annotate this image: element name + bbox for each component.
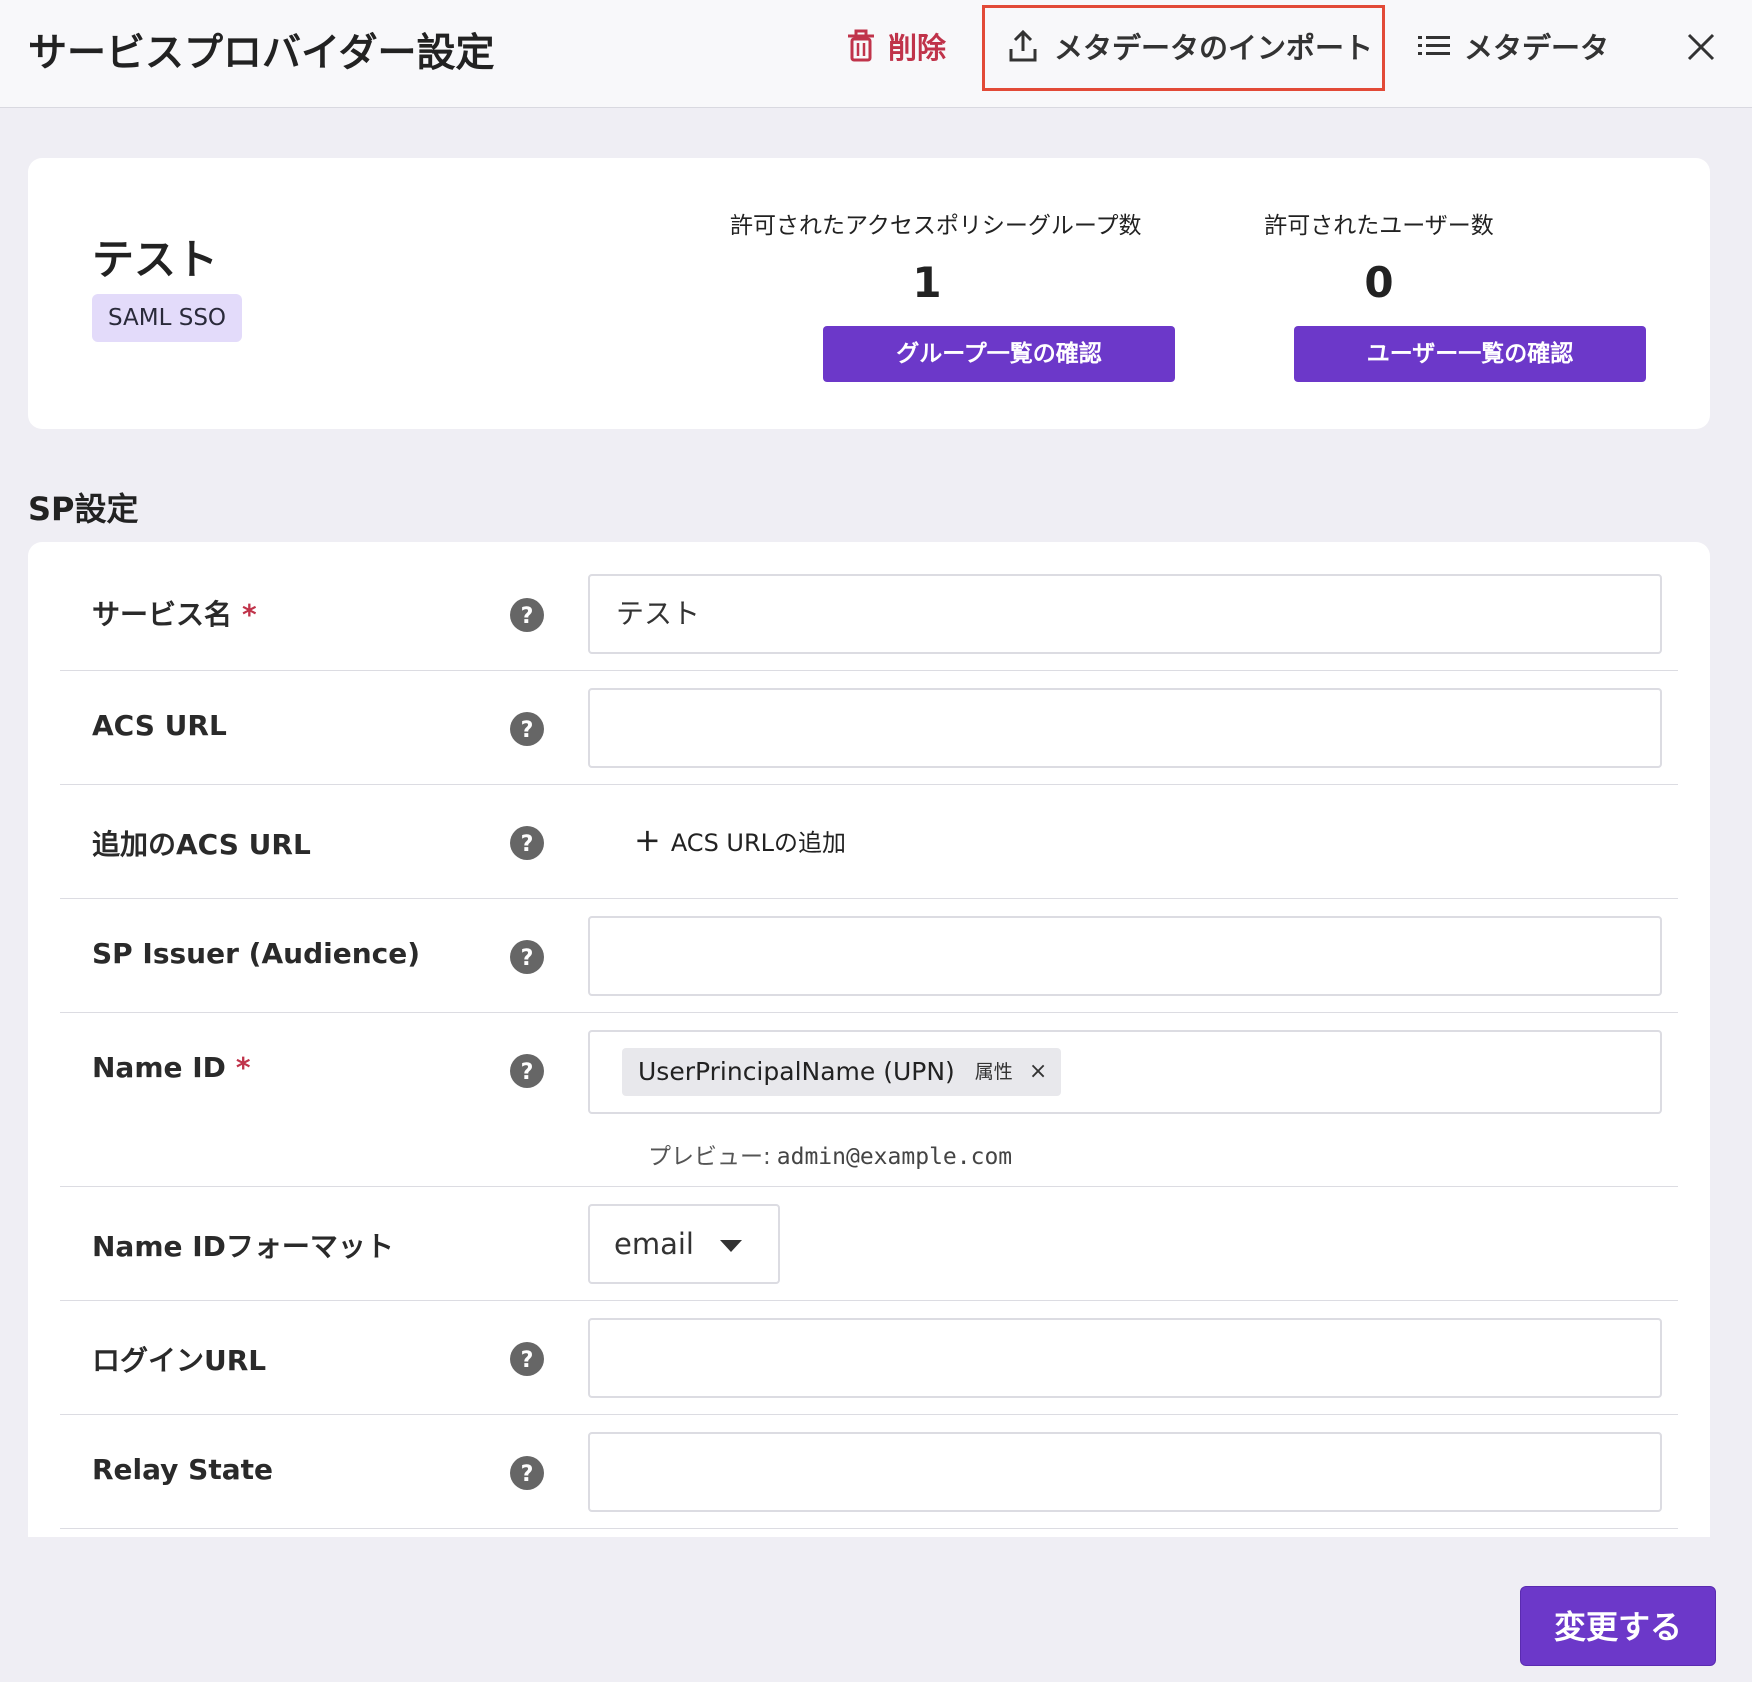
page-title: サービスプロバイダー設定 <box>28 31 495 76</box>
delete-label: 削除 <box>888 31 947 65</box>
row-sp-issuer: SP Issuer (Audience) ? <box>60 899 1678 1013</box>
login-url-label: ログインURL <box>92 1344 267 1377</box>
login-url-input[interactable] <box>588 1318 1662 1398</box>
preview-label: プレビュー: <box>648 1144 771 1170</box>
row-service-name: サービス名 * ? テスト <box>60 542 1678 671</box>
name-id-input[interactable]: UserPrincipalName (UPN) 属性 × <box>588 1030 1662 1114</box>
help-icon[interactable]: ? <box>510 1456 544 1490</box>
submit-changes-button[interactable]: 変更する <box>1520 1586 1716 1666</box>
help-icon[interactable]: ? <box>510 826 544 860</box>
service-name-heading: テスト <box>92 235 219 284</box>
name-id-preview: プレビュー: admin@example.com <box>648 1137 1012 1171</box>
row-name-id-format: Name IDフォーマット email <box>60 1187 1678 1301</box>
service-summary-card: テスト SAML SSO 許可されたアクセスポリシーグループ数 1 グループ一覧… <box>28 158 1710 429</box>
relay-state-input[interactable] <box>588 1432 1662 1512</box>
svg-text:?: ? <box>521 604 534 629</box>
view-groups-button[interactable]: グループ一覧の確認 <box>823 326 1175 382</box>
row-acs-url: ACS URL ? <box>60 671 1678 785</box>
chip-attribute-type: 属性 <box>974 1061 1013 1083</box>
remove-chip-icon[interactable]: × <box>1029 1034 1047 1110</box>
import-metadata-label: メタデータのインポート <box>1054 31 1374 65</box>
additional-acs-url-label: 追加のACS URL <box>92 828 311 861</box>
row-login-url: ログインURL ? <box>60 1301 1678 1415</box>
relay-state-label: Relay State <box>92 1453 274 1486</box>
required-asterisk: * <box>235 1051 251 1084</box>
row-relay-state: Relay State ? <box>60 1415 1678 1529</box>
svg-text:?: ? <box>521 1348 534 1373</box>
groups-count-label: 許可されたアクセスポリシーグループ数 <box>730 213 1142 239</box>
help-icon[interactable]: ? <box>510 598 544 632</box>
plus-icon: + <box>634 821 661 859</box>
chip-attribute-name: UserPrincipalName (UPN) <box>638 1057 955 1086</box>
section-title-sp-settings: SP設定 <box>28 490 139 528</box>
header-bar: サービスプロバイダー設定 削除 メタデータのインポート メタデータ <box>0 0 1752 108</box>
svg-text:?: ? <box>521 1462 534 1487</box>
list-icon <box>1418 36 1450 55</box>
preview-value: admin@example.com <box>776 1144 1013 1170</box>
help-icon[interactable]: ? <box>510 1054 544 1088</box>
users-count-label: 許可されたユーザー数 <box>1264 213 1494 239</box>
service-name-label: サービス名 * <box>92 598 257 631</box>
row-additional-acs-url: 追加のACS URL ? + ACS URLの追加 <box>60 785 1678 899</box>
upload-icon <box>1009 29 1037 62</box>
name-id-label: Name ID * <box>92 1051 251 1084</box>
name-id-format-select[interactable]: email <box>588 1204 780 1284</box>
acs-url-input[interactable] <box>588 688 1662 768</box>
delete-button[interactable]: 削除 <box>846 26 946 66</box>
help-icon[interactable]: ? <box>510 940 544 974</box>
import-metadata-button[interactable]: メタデータのインポート <box>1008 26 1373 66</box>
users-count-value: 0 <box>1364 258 1394 307</box>
help-icon[interactable]: ? <box>510 712 544 746</box>
close-icon[interactable] <box>1684 30 1718 64</box>
service-name-input[interactable]: テスト <box>588 574 1662 654</box>
sp-issuer-input[interactable] <box>588 916 1662 996</box>
sp-issuer-label: SP Issuer (Audience) <box>92 937 421 970</box>
sp-settings-form: サービス名 * ? テスト ACS URL ? 追加のACS URL ? + AC… <box>28 542 1710 1537</box>
view-users-button[interactable]: ユーザー一覧の確認 <box>1294 326 1646 382</box>
protocol-badge: SAML SSO <box>92 294 243 342</box>
name-id-format-value: email <box>614 1227 694 1261</box>
caret-down-icon <box>720 1240 742 1252</box>
metadata-label: メタデータ <box>1464 31 1610 65</box>
name-id-chip: UserPrincipalName (UPN) 属性 × <box>622 1048 1062 1096</box>
add-acs-url-label: ACS URLの追加 <box>670 828 847 857</box>
row-name-id: Name ID * ? UserPrincipalName (UPN) 属性 × … <box>60 1013 1678 1187</box>
required-asterisk: * <box>242 598 257 631</box>
acs-url-label: ACS URL <box>92 709 227 742</box>
metadata-button[interactable]: メタデータ <box>1418 26 1609 66</box>
help-icon[interactable]: ? <box>510 1342 544 1376</box>
trash-icon <box>848 29 874 62</box>
name-id-format-label: Name IDフォーマット <box>92 1230 394 1263</box>
add-acs-url-button[interactable]: + ACS URLの追加 <box>634 821 846 859</box>
svg-text:?: ? <box>521 946 534 971</box>
svg-text:?: ? <box>521 718 534 743</box>
svg-text:?: ? <box>521 1060 534 1085</box>
groups-count-value: 1 <box>912 258 942 307</box>
svg-text:?: ? <box>521 832 534 857</box>
